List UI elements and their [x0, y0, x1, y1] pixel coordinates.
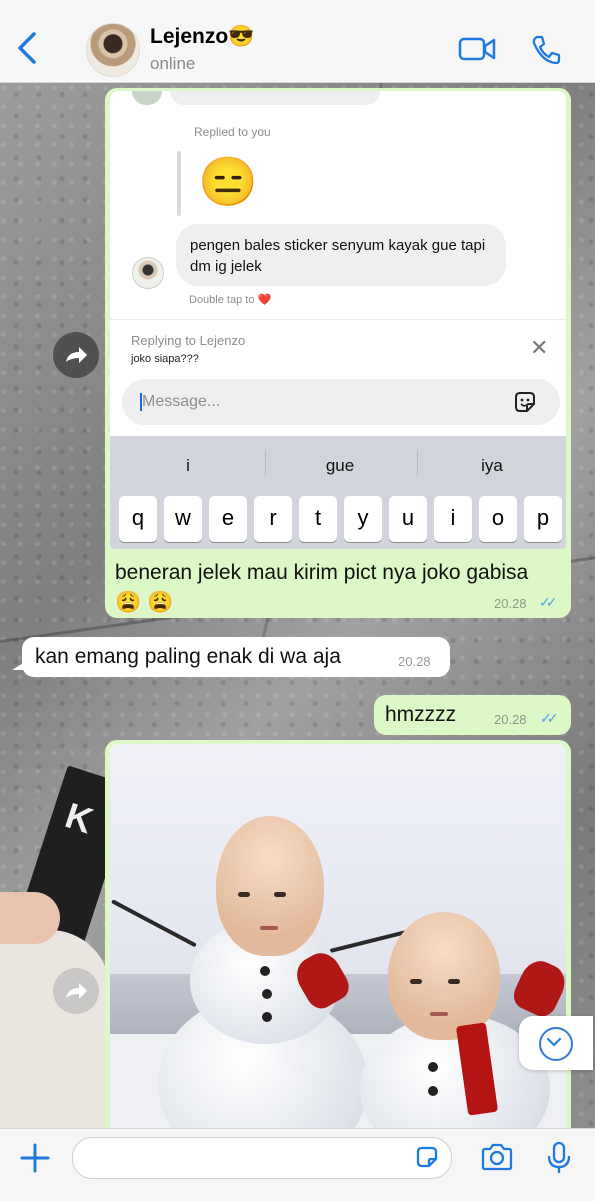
snowman-head-face [388, 912, 500, 1040]
forward-button[interactable] [53, 968, 99, 1014]
keyboard-key: y [344, 496, 382, 542]
close-icon: ✕ [530, 335, 549, 360]
suggestion-item: iya [481, 456, 503, 475]
keyboard-key: q [119, 496, 157, 542]
keyboard-key: e [209, 496, 247, 542]
reply-quote-line [177, 151, 181, 216]
snowman-button [260, 966, 270, 976]
composer-bar [0, 1128, 595, 1201]
plus-icon[interactable] [20, 1143, 50, 1173]
keyboard-key: p [524, 496, 562, 542]
wallpaper-hand [0, 892, 60, 944]
wallpaper-cloth [0, 930, 110, 1130]
mouth [260, 926, 278, 930]
message-input[interactable] [72, 1137, 452, 1179]
message-text: kan emang paling enak di wa aja [35, 645, 341, 668]
snowman-photo[interactable] [110, 744, 566, 1144]
camera-icon[interactable] [480, 1143, 514, 1171]
replied-label: Replied to you [194, 125, 271, 139]
outgoing-message[interactable]: hmzzzz 20.28 ✓✓ [374, 695, 571, 735]
back-chevron-icon[interactable] [14, 30, 44, 66]
mouth [430, 1012, 448, 1016]
keyboard-key: t [299, 496, 337, 542]
incoming-message[interactable]: kan emang paling enak di wa aja 20.28 [22, 637, 450, 677]
keyboard-key: w [164, 496, 202, 542]
video-call-icon[interactable] [458, 36, 496, 62]
message-text: hmzzzz [385, 703, 457, 726]
message-bubble-partial [170, 91, 380, 105]
eye [410, 979, 422, 984]
message-time: 20.28 [494, 596, 527, 611]
sticker-icon[interactable] [414, 1144, 440, 1170]
sticker-emoji: 😑 [198, 156, 258, 209]
eye [448, 979, 460, 984]
forward-arrow-icon [66, 347, 87, 363]
message-time: 20.28 [494, 712, 527, 727]
sticker-icon [515, 392, 535, 412]
avatar [132, 257, 164, 289]
snowman-button [262, 989, 272, 999]
keyboard-key: u [389, 496, 427, 542]
snowman-button [428, 1086, 438, 1096]
replying-to-label: Replying to Lejenzo [131, 333, 246, 348]
message-text: beneran jelek mau kirim pict nya joko ga… [115, 561, 529, 614]
phone-call-icon[interactable] [530, 34, 562, 66]
instagram-dm-screenshot[interactable]: Replied to you 😑 pengen bales sticker se… [110, 91, 566, 549]
keyboard-key: i [434, 496, 472, 542]
message-caption: beneran jelek mau kirim pict nya joko ga… [115, 558, 535, 618]
keyboard: i gue iya q w e r t y u i o p [110, 436, 566, 549]
forward-arrow-icon [66, 983, 87, 999]
dm-input-placeholder: Message... [142, 393, 221, 410]
reply-preview-text: joko siapa??? [131, 353, 199, 365]
dm-message-input: Message... [122, 379, 560, 425]
eye [238, 892, 250, 897]
message-time: 20.28 [398, 654, 431, 669]
dm-message-text: pengen bales sticker senyum kayak gue ta… [190, 237, 486, 275]
suggestion-item: gue [325, 456, 355, 475]
avatar [132, 91, 162, 105]
snowman-arm [111, 899, 197, 948]
contact-status: online [150, 54, 196, 73]
snowman-button [428, 1062, 438, 1072]
outgoing-photo-message[interactable] [105, 740, 571, 1144]
eye [274, 892, 286, 897]
scroll-to-bottom-button[interactable] [519, 1016, 593, 1070]
read-receipt-icon: ✓✓ [539, 594, 558, 610]
snowman-head-face [216, 816, 324, 956]
outgoing-image-message[interactable]: Replied to you 😑 pengen bales sticker se… [105, 88, 571, 618]
chat-header: Lejenzo😎 online [0, 0, 595, 83]
read-receipt-icon: ✓✓ [540, 710, 559, 726]
keyboard-key: r [254, 496, 292, 542]
double-tap-hint: Double tap to ❤️ [189, 294, 272, 306]
contact-avatar[interactable] [86, 23, 140, 77]
chevron-down-icon [546, 1037, 562, 1047]
contact-name[interactable]: Lejenzo😎 [150, 25, 254, 49]
forward-button[interactable] [53, 332, 99, 378]
dm-message-bubble: pengen bales sticker senyum kayak gue ta… [176, 224, 506, 286]
snowman-button [262, 1012, 272, 1022]
chevron-down-circle [539, 1027, 573, 1061]
suggestion-item: i [186, 456, 190, 475]
keyboard-key: o [479, 496, 517, 542]
microphone-icon[interactable] [546, 1141, 572, 1175]
divider [110, 319, 566, 320]
book-cover-letter: K [60, 794, 98, 842]
